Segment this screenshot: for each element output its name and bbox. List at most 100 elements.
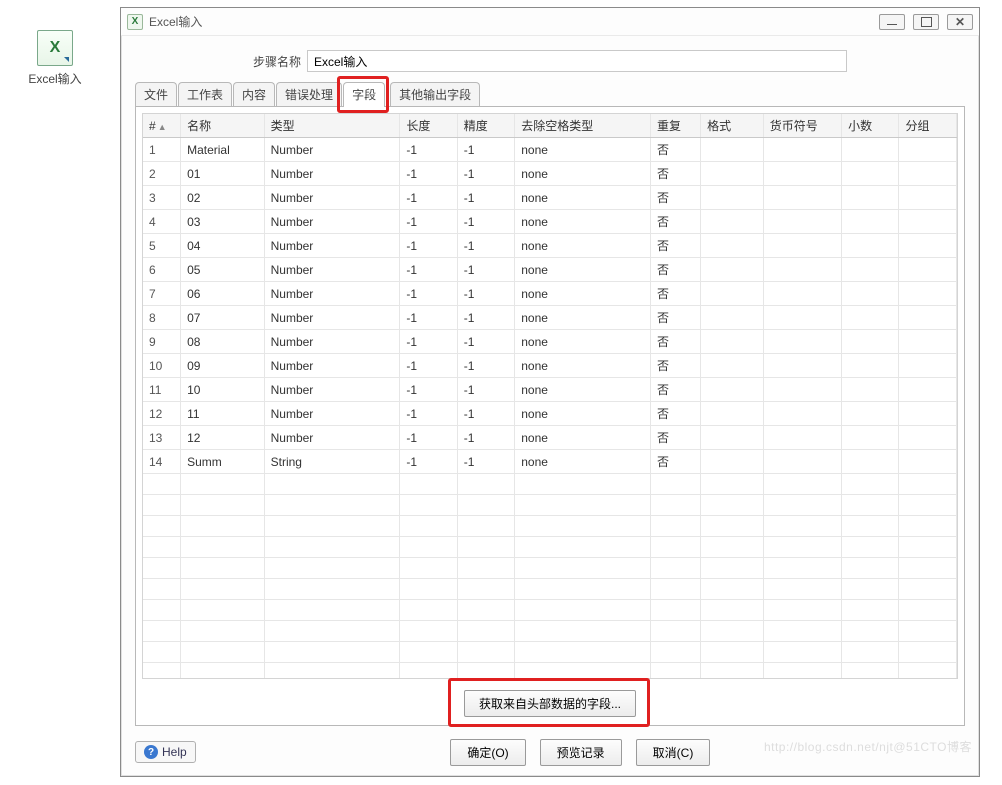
- tab-5[interactable]: 其他输出字段: [390, 82, 480, 107]
- cell-grouping[interactable]: [899, 330, 957, 354]
- cell-length[interactable]: -1: [400, 354, 457, 378]
- cell-currency[interactable]: [763, 234, 841, 258]
- desktop-shortcut-excel-input[interactable]: X Excel输入: [25, 30, 85, 87]
- cell-type[interactable]: String: [264, 450, 400, 474]
- cell-repeat[interactable]: 否: [650, 330, 700, 354]
- cell-idx[interactable]: 13: [143, 426, 181, 450]
- cell-trim[interactable]: none: [515, 162, 651, 186]
- cell-precision[interactable]: -1: [457, 330, 514, 354]
- table-row[interactable]: 706Number-1-1none否: [143, 282, 957, 306]
- cell-grouping[interactable]: [899, 138, 957, 162]
- tab-0[interactable]: 文件: [135, 82, 177, 107]
- cell-repeat[interactable]: 否: [650, 450, 700, 474]
- cell-repeat[interactable]: 否: [650, 210, 700, 234]
- cell-idx[interactable]: 8: [143, 306, 181, 330]
- cell-type[interactable]: Number: [264, 186, 400, 210]
- cell-trim[interactable]: none: [515, 186, 651, 210]
- cell-name[interactable]: Summ: [181, 450, 265, 474]
- cell-trim[interactable]: none: [515, 306, 651, 330]
- cell-length[interactable]: -1: [400, 402, 457, 426]
- cell-length[interactable]: -1: [400, 138, 457, 162]
- cell-currency[interactable]: [763, 186, 841, 210]
- cell-type[interactable]: Number: [264, 282, 400, 306]
- table-row[interactable]: 1110Number-1-1none否: [143, 378, 957, 402]
- table-row-empty[interactable]: [143, 537, 957, 558]
- table-row-empty[interactable]: [143, 495, 957, 516]
- cell-repeat[interactable]: 否: [650, 306, 700, 330]
- cell-decimal[interactable]: [842, 162, 899, 186]
- cell-idx[interactable]: 6: [143, 258, 181, 282]
- table-row[interactable]: 1MaterialNumber-1-1none否: [143, 138, 957, 162]
- col-header-decimal[interactable]: 小数: [842, 114, 899, 138]
- cell-precision[interactable]: -1: [457, 378, 514, 402]
- cell-currency[interactable]: [763, 282, 841, 306]
- table-row[interactable]: 504Number-1-1none否: [143, 234, 957, 258]
- preview-button[interactable]: 预览记录: [540, 739, 622, 766]
- table-row[interactable]: 201Number-1-1none否: [143, 162, 957, 186]
- cell-format[interactable]: [701, 234, 764, 258]
- cell-type[interactable]: Number: [264, 234, 400, 258]
- table-row-empty[interactable]: [143, 474, 957, 495]
- cell-currency[interactable]: [763, 402, 841, 426]
- cell-repeat[interactable]: 否: [650, 234, 700, 258]
- cell-type[interactable]: Number: [264, 138, 400, 162]
- cell-length[interactable]: -1: [400, 306, 457, 330]
- fields-table[interactable]: #▲ 名称 类型 长度 精度 去除空格类型 重复 格式 货币符号 小数 分组: [143, 114, 957, 679]
- cell-repeat[interactable]: 否: [650, 258, 700, 282]
- cell-idx[interactable]: 11: [143, 378, 181, 402]
- cell-decimal[interactable]: [842, 378, 899, 402]
- cell-idx[interactable]: 4: [143, 210, 181, 234]
- cell-precision[interactable]: -1: [457, 162, 514, 186]
- cell-decimal[interactable]: [842, 282, 899, 306]
- cell-decimal[interactable]: [842, 138, 899, 162]
- tab-1[interactable]: 工作表: [178, 82, 232, 107]
- cell-currency[interactable]: [763, 450, 841, 474]
- cell-type[interactable]: Number: [264, 162, 400, 186]
- cell-idx[interactable]: 14: [143, 450, 181, 474]
- col-header-type[interactable]: 类型: [264, 114, 400, 138]
- cell-length[interactable]: -1: [400, 450, 457, 474]
- cell-format[interactable]: [701, 378, 764, 402]
- cell-trim[interactable]: none: [515, 450, 651, 474]
- cell-format[interactable]: [701, 402, 764, 426]
- cell-length[interactable]: -1: [400, 162, 457, 186]
- cell-grouping[interactable]: [899, 450, 957, 474]
- cell-trim[interactable]: none: [515, 330, 651, 354]
- table-row-empty[interactable]: [143, 558, 957, 579]
- cell-currency[interactable]: [763, 258, 841, 282]
- cell-length[interactable]: -1: [400, 210, 457, 234]
- cell-name[interactable]: 10: [181, 378, 265, 402]
- cell-repeat[interactable]: 否: [650, 138, 700, 162]
- cell-name[interactable]: 12: [181, 426, 265, 450]
- cell-idx[interactable]: 10: [143, 354, 181, 378]
- cell-trim[interactable]: none: [515, 234, 651, 258]
- cell-precision[interactable]: -1: [457, 210, 514, 234]
- cell-repeat[interactable]: 否: [650, 162, 700, 186]
- ok-button[interactable]: 确定(O): [450, 739, 525, 766]
- cell-format[interactable]: [701, 210, 764, 234]
- cell-length[interactable]: -1: [400, 234, 457, 258]
- cell-grouping[interactable]: [899, 426, 957, 450]
- cell-idx[interactable]: 7: [143, 282, 181, 306]
- cell-format[interactable]: [701, 426, 764, 450]
- cell-name[interactable]: 07: [181, 306, 265, 330]
- cell-grouping[interactable]: [899, 354, 957, 378]
- cell-name[interactable]: Material: [181, 138, 265, 162]
- cell-grouping[interactable]: [899, 162, 957, 186]
- cell-precision[interactable]: -1: [457, 306, 514, 330]
- cell-format[interactable]: [701, 258, 764, 282]
- cell-format[interactable]: [701, 138, 764, 162]
- col-header-currency[interactable]: 货币符号: [763, 114, 841, 138]
- col-header-grouping[interactable]: 分组: [899, 114, 957, 138]
- cell-name[interactable]: 03: [181, 210, 265, 234]
- cell-format[interactable]: [701, 306, 764, 330]
- cell-decimal[interactable]: [842, 186, 899, 210]
- cell-currency[interactable]: [763, 162, 841, 186]
- col-header-format[interactable]: 格式: [701, 114, 764, 138]
- table-row[interactable]: 807Number-1-1none否: [143, 306, 957, 330]
- cell-format[interactable]: [701, 162, 764, 186]
- table-row-empty[interactable]: [143, 600, 957, 621]
- cell-precision[interactable]: -1: [457, 402, 514, 426]
- cell-idx[interactable]: 5: [143, 234, 181, 258]
- maximize-button[interactable]: [913, 14, 939, 30]
